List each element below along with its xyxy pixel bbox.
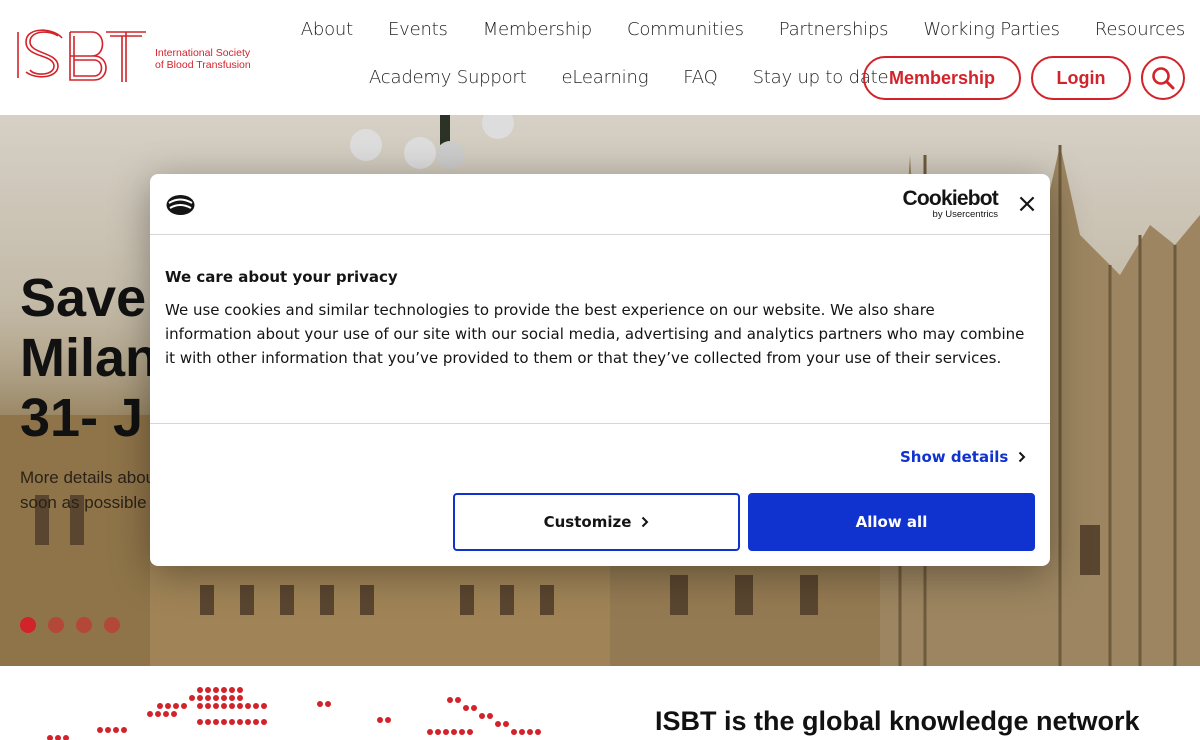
cookiebot-icon xyxy=(166,195,195,215)
show-details-link[interactable]: Show details xyxy=(900,448,1026,466)
carousel-dot[interactable] xyxy=(48,617,64,633)
divider xyxy=(150,423,1050,424)
section-heading: ISBT is the global knowledge network xyxy=(655,706,1140,736)
nav-faq[interactable]: FAQ xyxy=(683,67,717,88)
membership-button[interactable]: Membership xyxy=(863,56,1021,100)
carousel-dots xyxy=(20,617,120,633)
nav-events[interactable]: Events xyxy=(388,19,448,40)
cookie-body-text: We use cookies and similar technologies … xyxy=(165,301,1025,367)
cookie-consent-dialog: Cookiebot by Usercentrics × We care abou… xyxy=(150,174,1050,566)
customize-label: Customize xyxy=(543,513,632,531)
hero-title: Save Milan 31- J xyxy=(20,268,159,448)
secondary-nav: Academy Support eLearning FAQ Stay up to… xyxy=(369,67,889,88)
allow-all-button[interactable]: Allow all xyxy=(748,493,1035,551)
cookie-dialog-header: Cookiebot by Usercentrics × xyxy=(150,174,1050,235)
nav-academy-support[interactable]: Academy Support xyxy=(369,67,527,88)
search-icon xyxy=(1152,67,1175,90)
login-button[interactable]: Login xyxy=(1031,56,1131,100)
search-button[interactable] xyxy=(1141,56,1185,100)
isbt-logo-mark xyxy=(17,29,146,82)
cookie-heading: We care about your privacy xyxy=(165,268,398,286)
site-header: International Society of Blood Transfusi… xyxy=(0,0,1200,115)
nav-resources[interactable]: Resources xyxy=(1095,19,1185,40)
show-details-label: Show details xyxy=(900,448,1009,466)
nav-communities[interactable]: Communities xyxy=(627,19,744,40)
chevron-right-icon xyxy=(1019,451,1026,463)
cookiebot-brand: Cookiebot by Usercentrics xyxy=(902,187,999,220)
isbt-logo[interactable]: International Society of Blood Transfusi… xyxy=(14,26,264,90)
world-map-dots-image xyxy=(47,687,541,740)
chevron-right-icon xyxy=(642,516,649,528)
nav-elearning[interactable]: eLearning xyxy=(562,67,649,88)
customize-button[interactable]: Customize xyxy=(453,493,740,551)
nav-partnerships[interactable]: Partnerships xyxy=(779,19,889,40)
logo-text: International Society of Blood Transfusi… xyxy=(155,47,251,71)
close-icon[interactable]: × xyxy=(1016,191,1038,217)
nav-about[interactable]: About xyxy=(301,19,353,40)
carousel-dot[interactable] xyxy=(20,617,36,633)
carousel-dot[interactable] xyxy=(104,617,120,633)
hero-subtitle: More details abou soon as possible xyxy=(20,468,156,512)
carousel-dot[interactable] xyxy=(76,617,92,633)
nav-membership[interactable]: Membership xyxy=(483,19,592,40)
nav-working-parties[interactable]: Working Parties xyxy=(923,19,1060,40)
primary-nav: About Events Membership Communities Part… xyxy=(301,19,1185,40)
